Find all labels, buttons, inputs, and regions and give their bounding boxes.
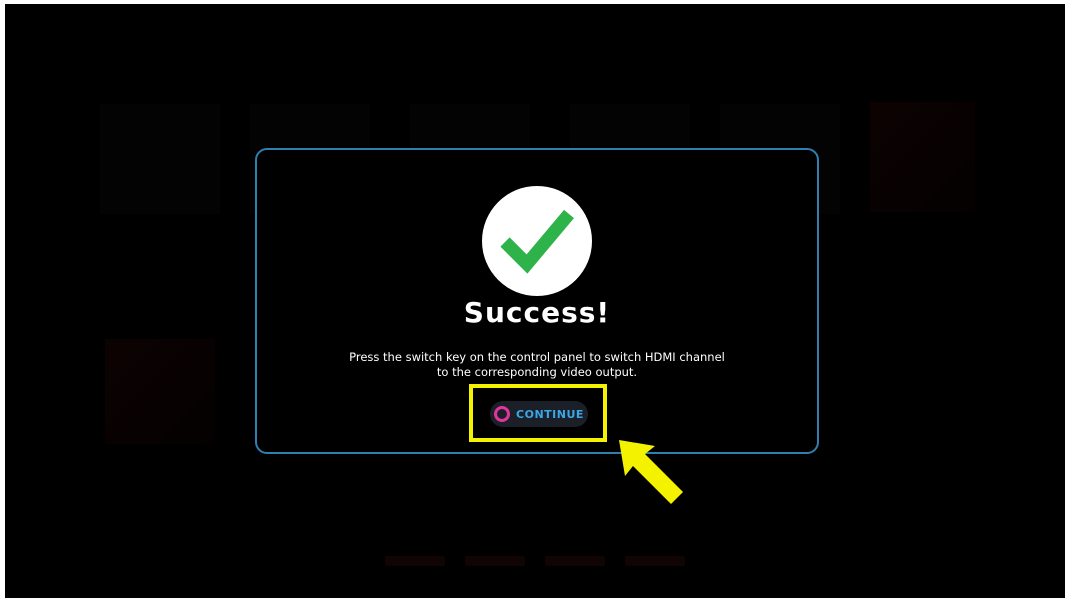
background-bar — [465, 556, 525, 566]
highlight-box — [469, 384, 607, 442]
background-tile — [105, 339, 215, 444]
background-tile — [870, 102, 975, 212]
background-bar — [625, 556, 685, 566]
message-line: to the corresponding video output. — [436, 365, 638, 379]
dialog-title: Success! — [463, 296, 611, 329]
background-bar — [385, 556, 445, 566]
check-icon — [482, 186, 592, 296]
background-bar — [545, 556, 605, 566]
background-tile — [100, 104, 220, 214]
pointer-arrow-icon — [619, 440, 683, 504]
dialog-message: Press the switch key on the control pane… — [317, 350, 757, 380]
message-line: Press the switch key on the control pane… — [349, 350, 725, 364]
